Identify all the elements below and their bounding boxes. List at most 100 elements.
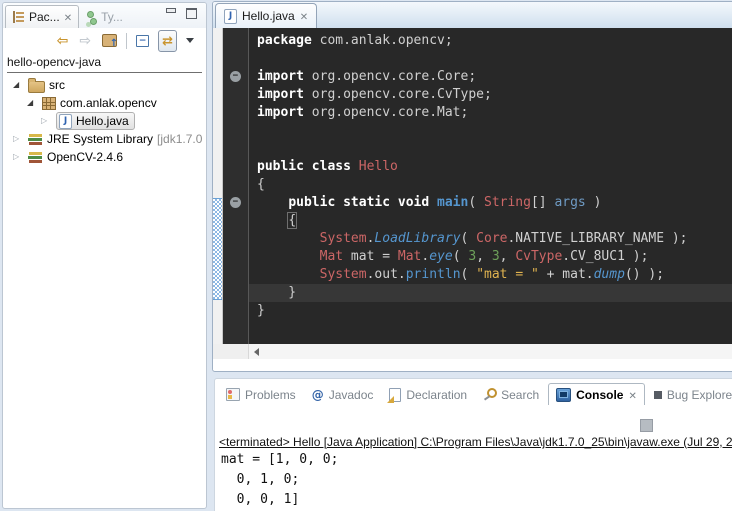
console-output[interactable]: mat = [1, 0, 0; 0, 1, 0; 0, 0, 1] [221,450,338,510]
code-line[interactable]: Mat mat = Mat.eye( 3, 3, CvType.CV_8UC1 … [249,248,732,266]
console-tab-declaration[interactable]: Declaration [382,384,474,405]
code-line[interactable]: import org.opencv.core.Mat; [249,104,732,122]
code-line[interactable] [249,140,732,158]
scroll-left-icon[interactable] [254,348,259,356]
tree-item-label: src [49,78,65,92]
code-token: Mat [398,249,421,264]
code-line[interactable]: package com.anlak.opencv; [249,32,732,50]
java-file-icon [224,9,237,24]
code-token: org.opencv.core.Mat; [304,105,468,120]
tree-item-opencv-2-4-6[interactable]: OpenCV-2.4.6 [3,148,206,166]
code-token: "mat = " [476,267,539,282]
code-token: LoadLibrary [374,231,460,246]
collapse-arrow-icon[interactable] [27,94,38,112]
terminate-icon[interactable] [640,419,653,432]
code-line[interactable]: System.LoadLibrary( Core.NATIVE_LIBRARY_… [249,230,732,248]
tree-root-project[interactable]: hello-opencv-java [7,53,202,73]
code-token: ( [461,267,477,282]
up-button[interactable] [100,33,119,48]
forward-button[interactable] [77,31,93,51]
code-line[interactable]: } [249,284,732,302]
code-line[interactable]: public class Hello [249,158,732,176]
code-line[interactable]: System.out.println( "mat = " + mat.dump(… [249,266,732,284]
tree-item-com-anlak-opencv[interactable]: com.anlak.opencv [3,94,206,112]
console-panel: ProblemsJavadocDeclaration Search ConsoleB… [214,378,732,511]
eclipse-window: Pac... Ty... hello-opencv-java src com.anl… [0,0,732,511]
view-tab-ty[interactable]: Ty... [79,6,129,28]
console-tab-label: Search [501,388,539,402]
link-icon [162,32,173,50]
console-tabs: ProblemsJavadocDeclaration Search ConsoleB… [215,379,732,405]
back-icon [57,32,69,50]
code-token: String [484,195,531,210]
close-icon[interactable] [628,388,636,402]
code-token: args [554,195,585,210]
console-icon [556,388,571,402]
left-panel-toolbar [3,28,206,53]
tree-item-src[interactable]: src [3,76,206,94]
problems-icon [226,388,240,401]
code-token: package [257,33,312,48]
back-button[interactable] [55,31,71,51]
code-token: CvType [515,249,562,264]
code-line[interactable]: public static void main( String[] args ) [249,194,732,212]
tab-hello-java[interactable]: Hello.java [215,3,317,28]
view-tab-pac[interactable]: Pac... [5,5,79,28]
maximize-icon[interactable] [186,8,197,19]
link-with-editor-button[interactable] [158,30,177,52]
code-line[interactable] [249,50,732,68]
horizontal-scrollbar[interactable] [248,344,732,359]
code-line[interactable]: { [249,212,732,230]
expand-arrow-icon[interactable] [13,130,24,148]
close-icon[interactable] [300,9,308,23]
code-line[interactable]: { [249,176,732,194]
fold-minus-icon[interactable] [230,71,241,82]
code-token: ( [453,249,469,264]
view-menu-button[interactable] [184,37,196,44]
tree-item-jre-system-library[interactable]: JRE System Library[jdk1.7.0 [3,130,206,148]
code-token: eye [429,249,452,264]
vertical-ruler[interactable] [213,28,223,344]
console-title: <terminated> Hello [Java Application] C:… [219,435,732,449]
console-tab-javadoc[interactable]: Javadoc [305,384,381,405]
viewmenu-icon [186,38,194,43]
code-token: import [257,105,304,120]
code-token: 3 [468,249,476,264]
tree-item-hello-java[interactable]: Hello.java [3,112,206,130]
code-token: } [257,303,265,318]
code-line[interactable]: import org.opencv.core.Core; [249,68,732,86]
code-token: ( [461,231,477,246]
close-icon[interactable] [64,10,72,24]
code-token: .NATIVE_LIBRARY_NAME ); [507,231,687,246]
code-line[interactable] [249,122,732,140]
console-tab-bug-explorer[interactable]: Bug Explorer [647,384,732,405]
minimize-icon[interactable] [166,8,176,17]
java-file-icon [59,114,72,129]
code-token: [] [531,195,554,210]
tree-item-label: OpenCV-2.4.6 [47,150,123,164]
code-line[interactable]: import org.opencv.core.CvType; [249,86,732,104]
collapse-arrow-icon[interactable] [13,76,24,94]
code-token: import [257,69,304,84]
expand-arrow-icon[interactable] [41,112,52,130]
code-area[interactable]: package com.anlak.opencv; import org.open… [249,28,732,344]
editor-tab-label: Hello.java [242,9,295,23]
square-icon [654,391,662,399]
console-tab-console[interactable]: Console [548,383,645,405]
console-tab-search[interactable]: Search [476,384,546,405]
declaration-icon [389,388,401,402]
code-line[interactable]: } [249,302,732,320]
tree-item-label: JRE System Library [47,132,153,146]
editor-body: package com.anlak.opencv; import org.open… [213,28,732,344]
code-token [257,213,288,228]
collapse-all-button[interactable] [134,34,151,48]
panel-window-buttons [166,8,206,19]
code-token: mat = [343,249,398,264]
fold-gutter[interactable] [223,28,249,344]
code-token: org.opencv.core.Core; [304,69,476,84]
fold-minus-icon[interactable] [230,197,241,208]
expand-arrow-icon[interactable] [13,148,24,166]
code-token: } [257,285,296,300]
view-tab-label: Ty... [101,10,123,24]
console-tab-problems[interactable]: Problems [219,384,303,405]
